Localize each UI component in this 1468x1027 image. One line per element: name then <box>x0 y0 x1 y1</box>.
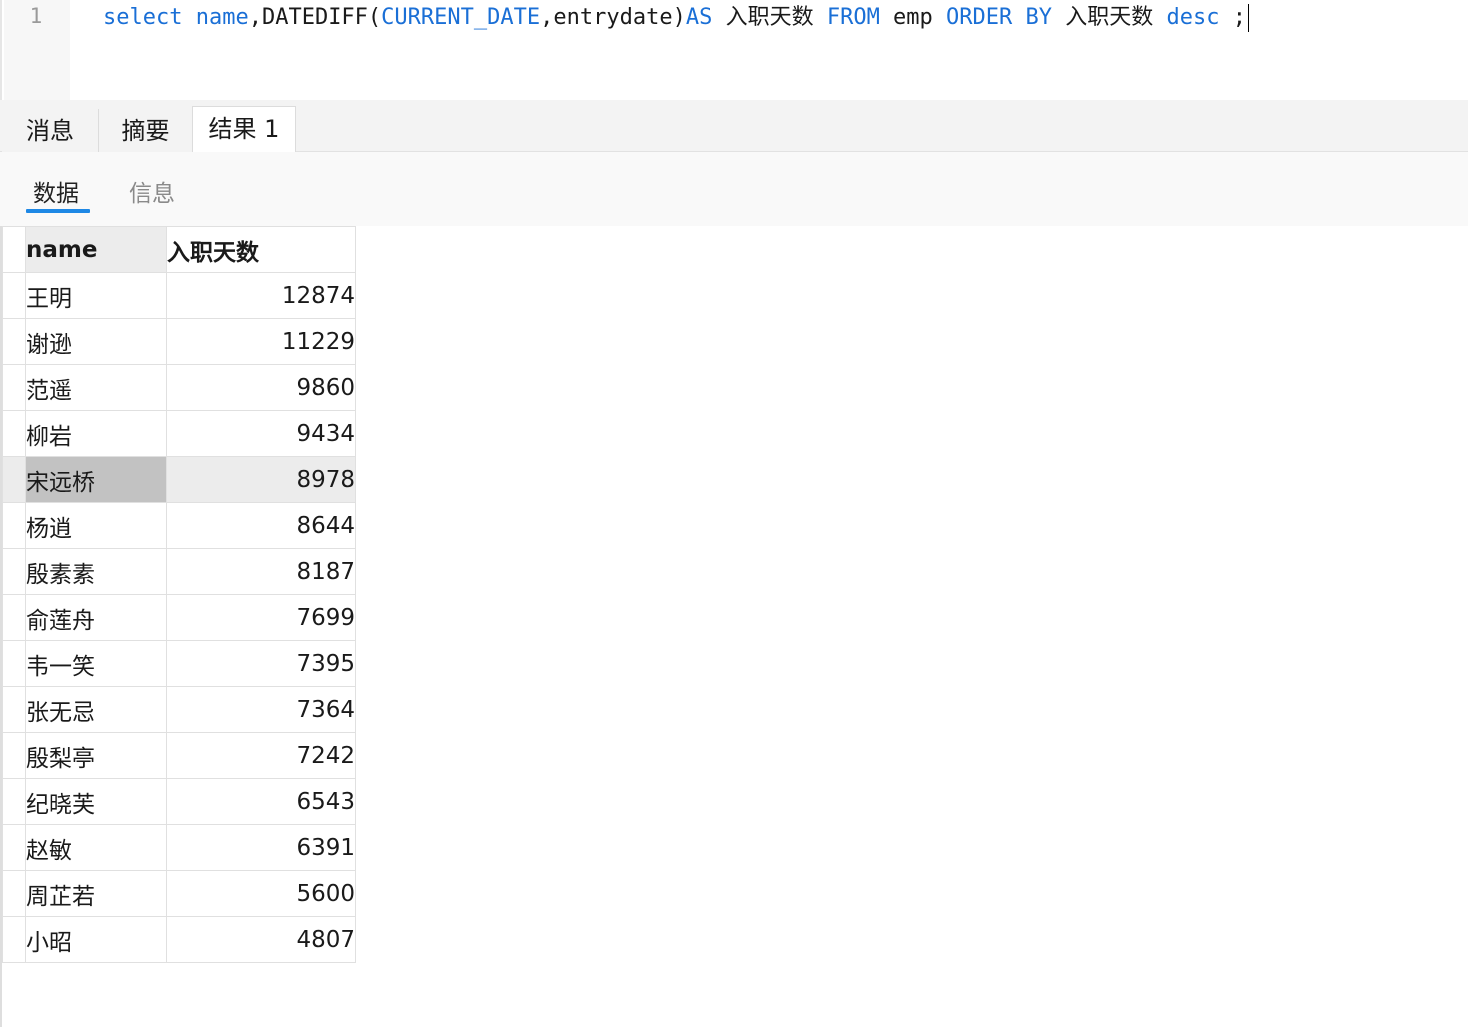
cell-days[interactable]: 7699 <box>166 594 356 641</box>
sql-keyword: name <box>195 5 249 30</box>
table-row[interactable]: 范遥 9860 <box>2 364 356 411</box>
row-selector[interactable] <box>2 870 26 917</box>
sql-keyword: desc <box>1166 5 1220 30</box>
cell-name[interactable]: 赵敏 <box>25 824 167 871</box>
result-tab-bar: 消息 摘要 结果 1 <box>0 100 1468 153</box>
view-tab-bar: 数据 信息 <box>0 152 1468 226</box>
row-selector[interactable] <box>2 824 26 871</box>
cell-name[interactable]: 张无忌 <box>25 686 167 733</box>
row-selector[interactable] <box>2 548 26 595</box>
tab-summary[interactable]: 摘要 <box>99 109 193 152</box>
row-selector[interactable] <box>2 456 26 503</box>
sql-keyword: FROM <box>826 5 880 30</box>
row-selector[interactable] <box>2 640 26 687</box>
cell-name[interactable]: 谢逊 <box>25 318 167 365</box>
row-selector[interactable] <box>2 502 26 549</box>
row-selector[interactable] <box>2 686 26 733</box>
cell-days[interactable]: 8187 <box>166 548 356 595</box>
table-row[interactable]: 小昭 4807 <box>2 916 356 963</box>
sql-keyword: ORDER BY <box>946 5 1053 30</box>
table-row[interactable]: 柳岩 9434 <box>2 410 356 457</box>
cell-name[interactable]: 韦一笑 <box>25 640 167 687</box>
cell-days[interactable]: 8978 <box>166 456 356 503</box>
cell-days[interactable]: 11229 <box>166 318 356 365</box>
sql-text: ,DATEDIFF( <box>248 5 382 30</box>
table-row[interactable]: 殷梨亭 7242 <box>2 732 356 779</box>
tab-data[interactable]: 数据 <box>33 174 79 208</box>
sql-text: 入职天数 <box>1052 5 1167 30</box>
line-gutter: 1 <box>4 0 70 100</box>
cell-name[interactable]: 杨逍 <box>25 502 167 549</box>
cell-days[interactable]: 7395 <box>166 640 356 687</box>
table-row[interactable]: 纪晓芙 6543 <box>2 778 356 825</box>
table-row[interactable]: 赵敏 6391 <box>2 824 356 871</box>
cell-name[interactable]: 王明 <box>25 272 167 319</box>
cell-name[interactable]: 俞莲舟 <box>25 594 167 641</box>
cell-days[interactable]: 6543 <box>166 778 356 825</box>
cell-name[interactable]: 周芷若 <box>25 870 167 917</box>
table-row[interactable]: 杨逍 8644 <box>2 502 356 549</box>
cell-name[interactable]: 纪晓芙 <box>25 778 167 825</box>
cell-name[interactable]: 范遥 <box>25 364 167 411</box>
row-selector[interactable] <box>2 916 26 963</box>
sql-keyword: AS <box>685 5 713 30</box>
cell-days[interactable]: 7242 <box>166 732 356 779</box>
cell-days[interactable]: 6391 <box>166 824 356 871</box>
cell-days[interactable]: 9860 <box>166 364 356 411</box>
table-row[interactable]: 俞莲舟 7699 <box>2 594 356 641</box>
cell-days[interactable]: 12874 <box>166 272 356 319</box>
sql-keyword: select <box>103 5 183 30</box>
table-row[interactable]: 周芷若 5600 <box>2 870 356 917</box>
code-line[interactable]: select name,DATEDIFF(CURRENT_DATE,entryd… <box>103 2 1249 34</box>
cell-days[interactable]: 4807 <box>166 916 356 963</box>
cell-days[interactable]: 8644 <box>166 502 356 549</box>
row-selector[interactable] <box>2 410 26 457</box>
cell-name[interactable]: 宋远桥 <box>25 456 167 503</box>
cell-days[interactable]: 9434 <box>166 410 356 457</box>
row-selector[interactable] <box>2 364 26 411</box>
sql-keyword: CURRENT_DATE <box>381 5 541 30</box>
table-row[interactable]: 韦一笑 7395 <box>2 640 356 687</box>
cell-days[interactable]: 5600 <box>166 870 356 917</box>
column-header-name[interactable]: name <box>25 226 167 273</box>
tab-messages[interactable]: 消息 <box>2 109 99 152</box>
cell-name[interactable]: 殷梨亭 <box>25 732 167 779</box>
cell-days[interactable]: 7364 <box>166 686 356 733</box>
table-row[interactable]: 谢逊 11229 <box>2 318 356 365</box>
line-number: 1 <box>29 4 43 28</box>
row-selector[interactable] <box>2 594 26 641</box>
row-selector[interactable] <box>2 778 26 825</box>
active-tab-indicator <box>26 209 90 213</box>
tab-info[interactable]: 信息 <box>129 174 175 208</box>
sql-text: ; <box>1219 5 1246 30</box>
sql-editor[interactable]: 1 select name,DATEDIFF(CURRENT_DATE,entr… <box>0 0 1468 100</box>
table-row[interactable]: 宋远桥 8978 <box>2 456 356 503</box>
sql-text: ,entrydate) <box>540 5 686 30</box>
table-row[interactable]: 王明 12874 <box>2 272 356 319</box>
corner-cell[interactable] <box>2 226 26 273</box>
header-row: name 入职天数 <box>2 226 356 273</box>
column-header-days[interactable]: 入职天数 <box>166 226 356 273</box>
cell-name[interactable]: 殷素素 <box>25 548 167 595</box>
table-row[interactable]: 殷素素 8187 <box>2 548 356 595</box>
data-table: name 入职天数 王明 12874 谢逊 11229 范遥 9860 柳岩 9434 宋远桥 8… <box>2 226 356 963</box>
row-selector[interactable] <box>2 272 26 319</box>
row-selector[interactable] <box>2 732 26 779</box>
sql-text: emp <box>879 5 947 30</box>
result-grid: name 入职天数 王明 12874 谢逊 11229 范遥 9860 柳岩 9434 宋远桥 8… <box>0 226 1468 1027</box>
sql-text: 入职天数 <box>712 5 827 30</box>
table-row[interactable]: 张无忌 7364 <box>2 686 356 733</box>
tab-result-1[interactable]: 结果 1 <box>192 106 296 153</box>
cell-name[interactable]: 小昭 <box>25 916 167 963</box>
text-cursor <box>1248 4 1249 32</box>
row-selector[interactable] <box>2 318 26 365</box>
cell-name[interactable]: 柳岩 <box>25 410 167 457</box>
